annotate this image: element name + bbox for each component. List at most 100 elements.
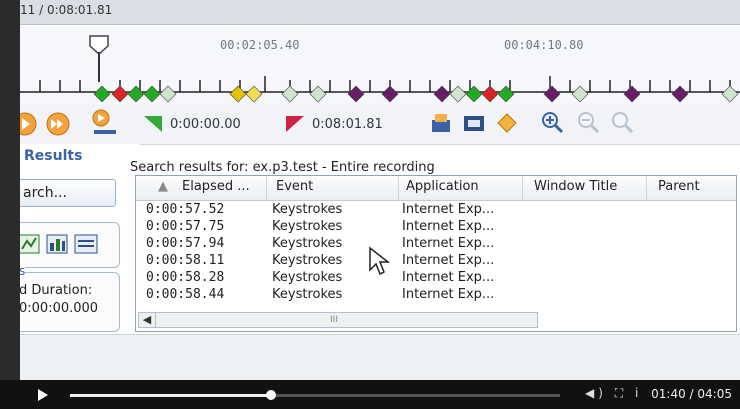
camera-icon[interactable] (462, 112, 486, 134)
marker-green (93, 85, 111, 103)
cell-event: Keystrokes (272, 219, 343, 234)
search-caption: Search results for: ex.p3.test - Entire … (130, 160, 435, 175)
fullscreen-icon[interactable]: ⛶ (615, 386, 627, 400)
cell-elapsed: 0:00:57.94 (146, 236, 225, 251)
table-view-icon (74, 234, 98, 254)
marker-purple (543, 85, 561, 103)
zoom-out-icon[interactable] (576, 110, 600, 134)
column-window-title[interactable]: Window Title (534, 179, 617, 194)
cell-application: Internet Exp... (402, 270, 495, 285)
zoom-in-icon[interactable] (540, 110, 564, 134)
toolbar: 0:00:00.00 0:08:01.81 (20, 104, 740, 145)
cell-application: Internet Exp... (402, 202, 495, 217)
timeline[interactable]: 00:02:05.40 00:04:10.80 (20, 26, 740, 105)
timeline-label-b: 00:04:10.80 (504, 38, 584, 52)
table-row[interactable]: 0:00:58.28 Keystrokes Internet Exp... (136, 270, 736, 287)
export-clip-icon[interactable] (92, 108, 118, 138)
marker-gray (721, 85, 739, 103)
event-markers[interactable] (20, 82, 740, 104)
diamond-icon[interactable] (496, 112, 518, 134)
volume-icon[interactable]: ◀) (585, 386, 607, 400)
start-marker-button[interactable]: 0:00:00.00 (142, 110, 241, 138)
zoom-fit-icon[interactable] (610, 110, 634, 134)
marker-green (127, 85, 145, 103)
cell-application: Internet Exp... (402, 287, 495, 302)
duration-value: 0:00:00.000 (20, 301, 99, 316)
marker-gray (571, 85, 589, 103)
timeline-label-a: 00:02:05.40 (220, 38, 300, 52)
scroll-left-icon[interactable]: ◀ (139, 313, 156, 327)
search-button[interactable]: arch... (20, 179, 116, 207)
results-title: Results (24, 148, 83, 164)
fast-forward-icon[interactable] (45, 111, 71, 137)
cell-elapsed: 0:00:58.44 (146, 287, 225, 302)
marker-red (481, 85, 499, 103)
marker-green (465, 85, 483, 103)
play-icon[interactable] (20, 111, 38, 137)
cell-event: Keystrokes (272, 236, 343, 251)
top-strip: 11 / 0:08:01.81 (20, 0, 740, 25)
column-event[interactable]: Event (276, 179, 313, 194)
cell-event: Keystrokes (272, 202, 343, 217)
marker-green (143, 85, 161, 103)
cell-elapsed: 0:00:58.28 (146, 270, 225, 285)
end-flag-icon (286, 116, 304, 132)
app-window: 11 / 0:08:01.81 00:02:05.40 00:04:10.80 (20, 0, 740, 380)
marker-green (497, 85, 515, 103)
column-elapsed[interactable]: Elapsed ... (182, 179, 250, 194)
player-icons[interactable]: ◀) ⛶ i (585, 386, 642, 401)
mouse-cursor-icon (369, 246, 391, 276)
marker-gray (281, 85, 299, 103)
column-application[interactable]: Application (406, 179, 479, 194)
video-player-controls: ◀) ⛶ i 01:40 / 04:05 (0, 380, 740, 409)
marker-gray (159, 85, 177, 103)
marker-yellow (229, 85, 247, 103)
cell-event: Keystrokes (272, 270, 343, 285)
start-time: 0:00:00.00 (170, 116, 241, 132)
table-body: 0:00:57.52 Keystrokes Internet Exp... 0:00… (136, 202, 736, 304)
cell-elapsed: 0:00:57.52 (146, 202, 225, 217)
table-row[interactable]: 0:00:57.52 Keystrokes Internet Exp... (136, 202, 736, 219)
results-table: ▲ Elapsed ... Event Application Window T… (135, 175, 737, 332)
progress-knob[interactable] (265, 390, 276, 400)
play-icon[interactable] (38, 389, 48, 401)
scroll-thumb[interactable]: III (299, 315, 369, 325)
end-marker-button[interactable]: 0:08:01.81 (284, 110, 383, 138)
cell-elapsed: 0:00:57.75 (146, 219, 225, 234)
duration-group-header: s (20, 264, 26, 278)
view-icons[interactable] (20, 233, 109, 257)
table-header: ▲ Elapsed ... Event Application Window T… (136, 176, 736, 201)
time-readout: 11 / 0:08:01.81 (20, 3, 113, 17)
progress-bar[interactable] (70, 390, 560, 400)
table-row[interactable]: 0:00:58.11 Keystrokes Internet Exp... (136, 253, 736, 270)
marker-red (111, 85, 129, 103)
table-row[interactable]: 0:00:58.44 Keystrokes Internet Exp... (136, 287, 736, 304)
column-parent[interactable]: Parent (658, 179, 700, 194)
results-panel: Results arch... s d Duration: 0:00:00.00… (20, 144, 140, 334)
view-options (20, 222, 120, 268)
sort-asc-icon[interactable]: ▲ (158, 179, 168, 194)
player-time: 01:40 / 04:05 (651, 387, 732, 401)
marker-gray (449, 85, 467, 103)
status-area (20, 334, 740, 380)
export-icon[interactable] (430, 112, 452, 134)
start-flag-icon (144, 116, 162, 132)
cell-application: Internet Exp... (402, 253, 495, 268)
marker-yellow (245, 85, 263, 103)
cell-application: Internet Exp... (402, 219, 495, 234)
table-row[interactable]: 0:00:57.94 Keystrokes Internet Exp... (136, 236, 736, 253)
marker-purple (381, 85, 399, 103)
cell-elapsed: 0:00:58.11 (146, 253, 225, 268)
marker-purple (623, 85, 641, 103)
duration-group: s d Duration: 0:00:00.000 (20, 264, 120, 332)
marker-purple (347, 85, 365, 103)
cell-event: Keystrokes (272, 287, 343, 302)
marker-purple (671, 85, 689, 103)
progress-fill (70, 394, 271, 397)
horizontal-scrollbar[interactable]: ◀ III (138, 312, 538, 328)
marker-gray (309, 85, 327, 103)
marker-purple (433, 85, 451, 103)
cell-event: Keystrokes (272, 253, 343, 268)
info-icon[interactable]: i (635, 386, 642, 400)
table-row[interactable]: 0:00:57.75 Keystrokes Internet Exp... (136, 219, 736, 236)
